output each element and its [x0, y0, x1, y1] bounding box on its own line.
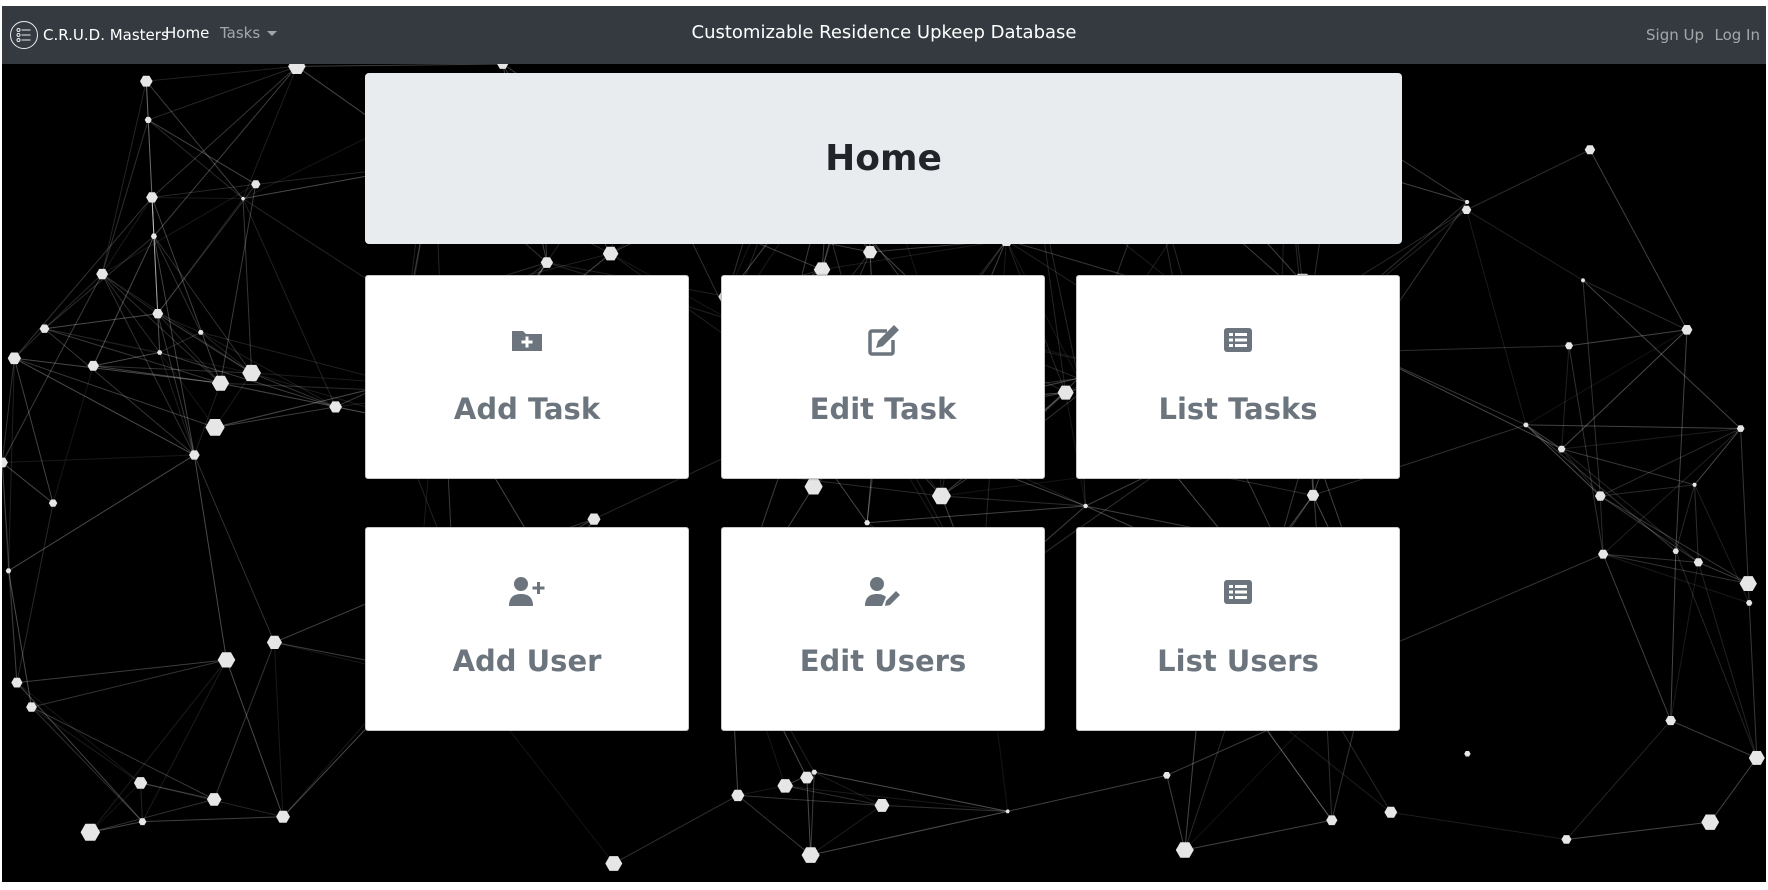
- home-jumbotron: Home: [365, 73, 1402, 244]
- network-node: [1306, 489, 1320, 501]
- list-tasks-label: List Tasks: [1158, 392, 1318, 426]
- network-node: [1746, 600, 1753, 606]
- network-node: [777, 779, 793, 793]
- list-users-label: List Users: [1157, 644, 1319, 678]
- network-node: [1584, 145, 1596, 155]
- sign-up-link[interactable]: Sign Up: [1646, 26, 1704, 44]
- list-icon: [1077, 322, 1399, 358]
- network-node: [1701, 814, 1720, 830]
- network-node: [605, 856, 623, 871]
- network-node: [140, 75, 153, 87]
- network-node: [206, 793, 222, 806]
- network-node: [874, 799, 890, 812]
- network-node: [87, 360, 99, 371]
- network-node: [329, 401, 342, 413]
- log-in-link[interactable]: Log In: [1715, 26, 1761, 44]
- add-task-card[interactable]: Add Task: [365, 275, 689, 479]
- network-node: [266, 635, 282, 649]
- network-node: [1464, 751, 1471, 757]
- edit-task-label: Edit Task: [809, 392, 957, 426]
- top-navbar: C.R.U.D. Masters Home Tasks Customizable…: [2, 6, 1766, 64]
- edit-icon: [722, 322, 1044, 358]
- network-node: [863, 246, 878, 259]
- network-node: [251, 180, 261, 189]
- add-user-card[interactable]: Add User: [365, 527, 689, 731]
- edit-users-card[interactable]: Edit Users: [721, 527, 1045, 731]
- network-node: [1565, 342, 1573, 350]
- list-users-card[interactable]: List Users: [1076, 527, 1400, 731]
- network-node: [497, 64, 509, 69]
- edit-task-card[interactable]: Edit Task: [721, 275, 1045, 479]
- network-node: [1005, 809, 1010, 814]
- list-icon: [1077, 574, 1399, 610]
- network-node: [811, 769, 818, 775]
- list-tasks-card[interactable]: List Tasks: [1076, 275, 1400, 479]
- network-node: [1163, 772, 1171, 779]
- app-title: Customizable Residence Upkeep Database: [691, 22, 1077, 43]
- network-node: [276, 810, 290, 823]
- folder-plus-icon: [366, 322, 688, 358]
- user-plus-icon: [366, 574, 688, 610]
- network-node: [587, 513, 601, 525]
- edit-users-label: Edit Users: [799, 644, 967, 678]
- network-node: [205, 419, 225, 436]
- network-node: [1561, 835, 1572, 844]
- network-node: [80, 823, 101, 841]
- add-task-label: Add Task: [453, 392, 601, 426]
- user-edit-icon: [722, 574, 1044, 610]
- network-node: [1665, 716, 1676, 726]
- network-node: [217, 652, 236, 668]
- network-node: [1748, 751, 1765, 765]
- page-title: Home: [825, 138, 942, 179]
- add-user-label: Add User: [452, 644, 602, 678]
- network-node: [1175, 842, 1194, 858]
- network-node: [1326, 815, 1338, 826]
